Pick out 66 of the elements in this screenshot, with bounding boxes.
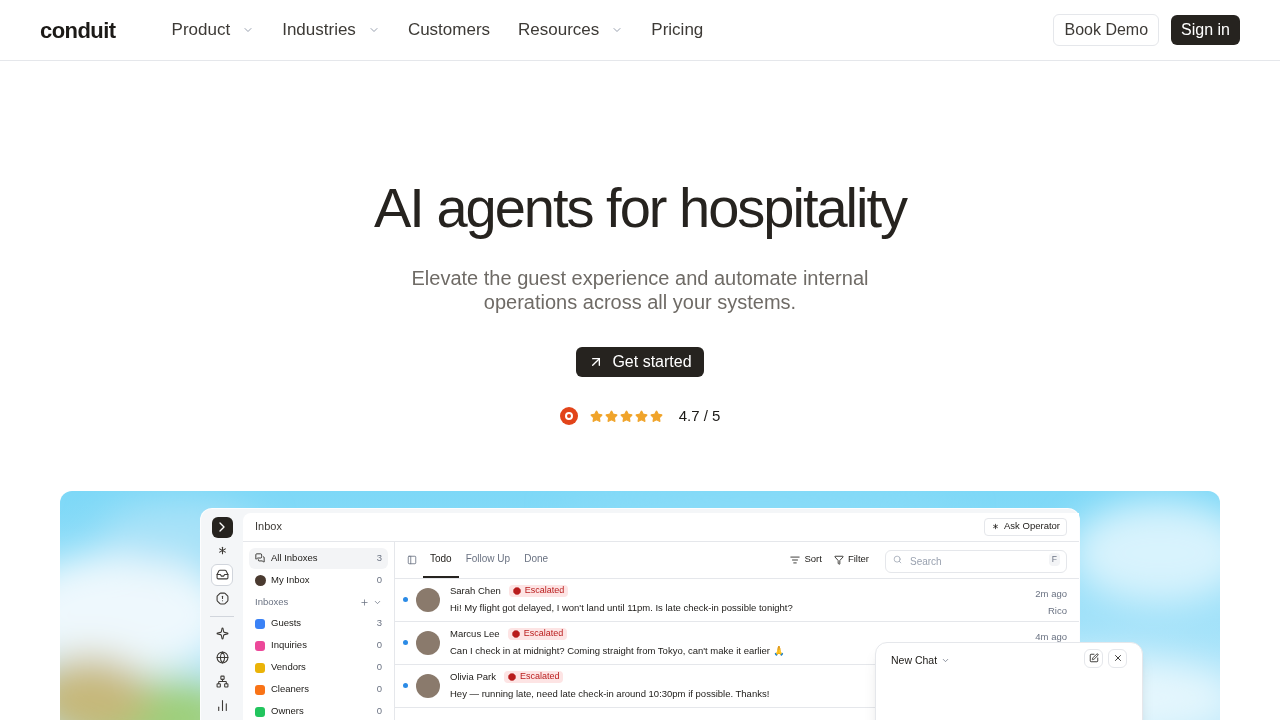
shortcut-key: F (1048, 553, 1060, 566)
asterisk-icon (991, 522, 1001, 531)
sign-in-button[interactable]: Sign in (1171, 15, 1240, 45)
close-button[interactable] (1108, 648, 1127, 668)
close-icon (1112, 653, 1123, 663)
contact-name: Sarah Chen (450, 583, 501, 598)
tab[interactable]: Follow Up (458, 541, 518, 578)
star-icon (604, 409, 618, 423)
message-time: 2m ago (1035, 586, 1067, 601)
star-icon (649, 409, 663, 423)
inbox-item[interactable]: Guests 3 (249, 612, 388, 635)
hero-title: AI agents for hospitality (373, 176, 907, 240)
nav-link[interactable]: Customers (407, 17, 491, 43)
avatar (416, 587, 440, 612)
inbox-item[interactable]: Cleaners 0 (249, 678, 388, 701)
avatar (416, 630, 440, 655)
contact-name: Marcus Lee (450, 626, 500, 641)
contact-name: Olivia Park (450, 669, 496, 684)
compose-button[interactable] (1084, 648, 1103, 668)
logo[interactable]: conduit (40, 13, 116, 47)
inbox-view-item[interactable]: My Inbox 0 (249, 569, 388, 591)
inbox-item[interactable]: Owners 0 (249, 700, 388, 720)
app-logo-icon[interactable] (211, 516, 233, 538)
rating-score: 4.7 / 5 (678, 406, 721, 426)
inbox-item[interactable]: Inquiries 0 (249, 634, 388, 657)
tab[interactable]: Done (517, 541, 556, 578)
avatar (255, 574, 266, 586)
message-preview: Hi! My flight got delayed, I won't land until 11pm. Is late check-in possible tonight? (450, 601, 793, 615)
assignee: Rico (1048, 603, 1067, 618)
escalated-badge: Escalated (508, 584, 569, 597)
search-icon (893, 555, 902, 564)
conversation-row[interactable]: Sarah Chen Escalated Hi! My flight got delayed, I won't land until 11pm. Is late check-in possible tonight? 2m ago Rico (395, 578, 1079, 622)
chevron-down-icon[interactable] (373, 598, 382, 607)
hero-subtitle: Elevate the guest experience and automate internal operations across all your systems. (410, 266, 870, 314)
nav-link[interactable]: Resources (518, 17, 624, 43)
message-preview: Can I check in at midnight? Coming straight from Tokyo, can't make it earlier 🙏 (450, 644, 785, 658)
escalated-badge: Escalated (507, 627, 568, 640)
nav-link[interactable]: Pricing (651, 17, 704, 43)
inbox-item[interactable]: Vendors 0 (249, 656, 388, 679)
message-time: 4m ago (1035, 629, 1067, 644)
chevron-down-icon (941, 656, 951, 665)
inbox-title: Inbox (255, 519, 282, 535)
escalated-badge: Escalated (503, 670, 564, 683)
ask-operator-button[interactable]: Ask Operator (984, 517, 1067, 536)
avatar (416, 673, 440, 698)
review-logo-icon (559, 407, 578, 426)
star-icon (619, 409, 633, 423)
get-started-button[interactable]: Get started (576, 347, 704, 377)
message-preview: Hey — running late, need late check-in around 10:30pm if possible. Thanks! (450, 687, 770, 701)
inboxes-icon (255, 553, 265, 563)
inboxes-heading: Inboxes (255, 595, 289, 610)
book-demo-button[interactable]: Book Demo (1053, 14, 1160, 46)
filter-button[interactable]: Filter (833, 552, 869, 567)
inbox-view-item[interactable]: All Inboxes 3 (249, 547, 388, 569)
sort-icon (790, 554, 801, 565)
panel-icon[interactable] (407, 554, 417, 565)
star-icon (589, 409, 603, 423)
nav-link[interactable]: Industries (282, 17, 380, 43)
star-icon (634, 409, 648, 423)
nav-link[interactable]: Product (171, 17, 255, 43)
tab[interactable]: Todo (423, 541, 459, 578)
inbox-icon[interactable] (211, 563, 233, 586)
add-icon[interactable] (360, 598, 369, 607)
sort-button[interactable]: Sort (790, 552, 822, 567)
compose-icon (1088, 653, 1099, 663)
filter-icon (833, 554, 844, 565)
